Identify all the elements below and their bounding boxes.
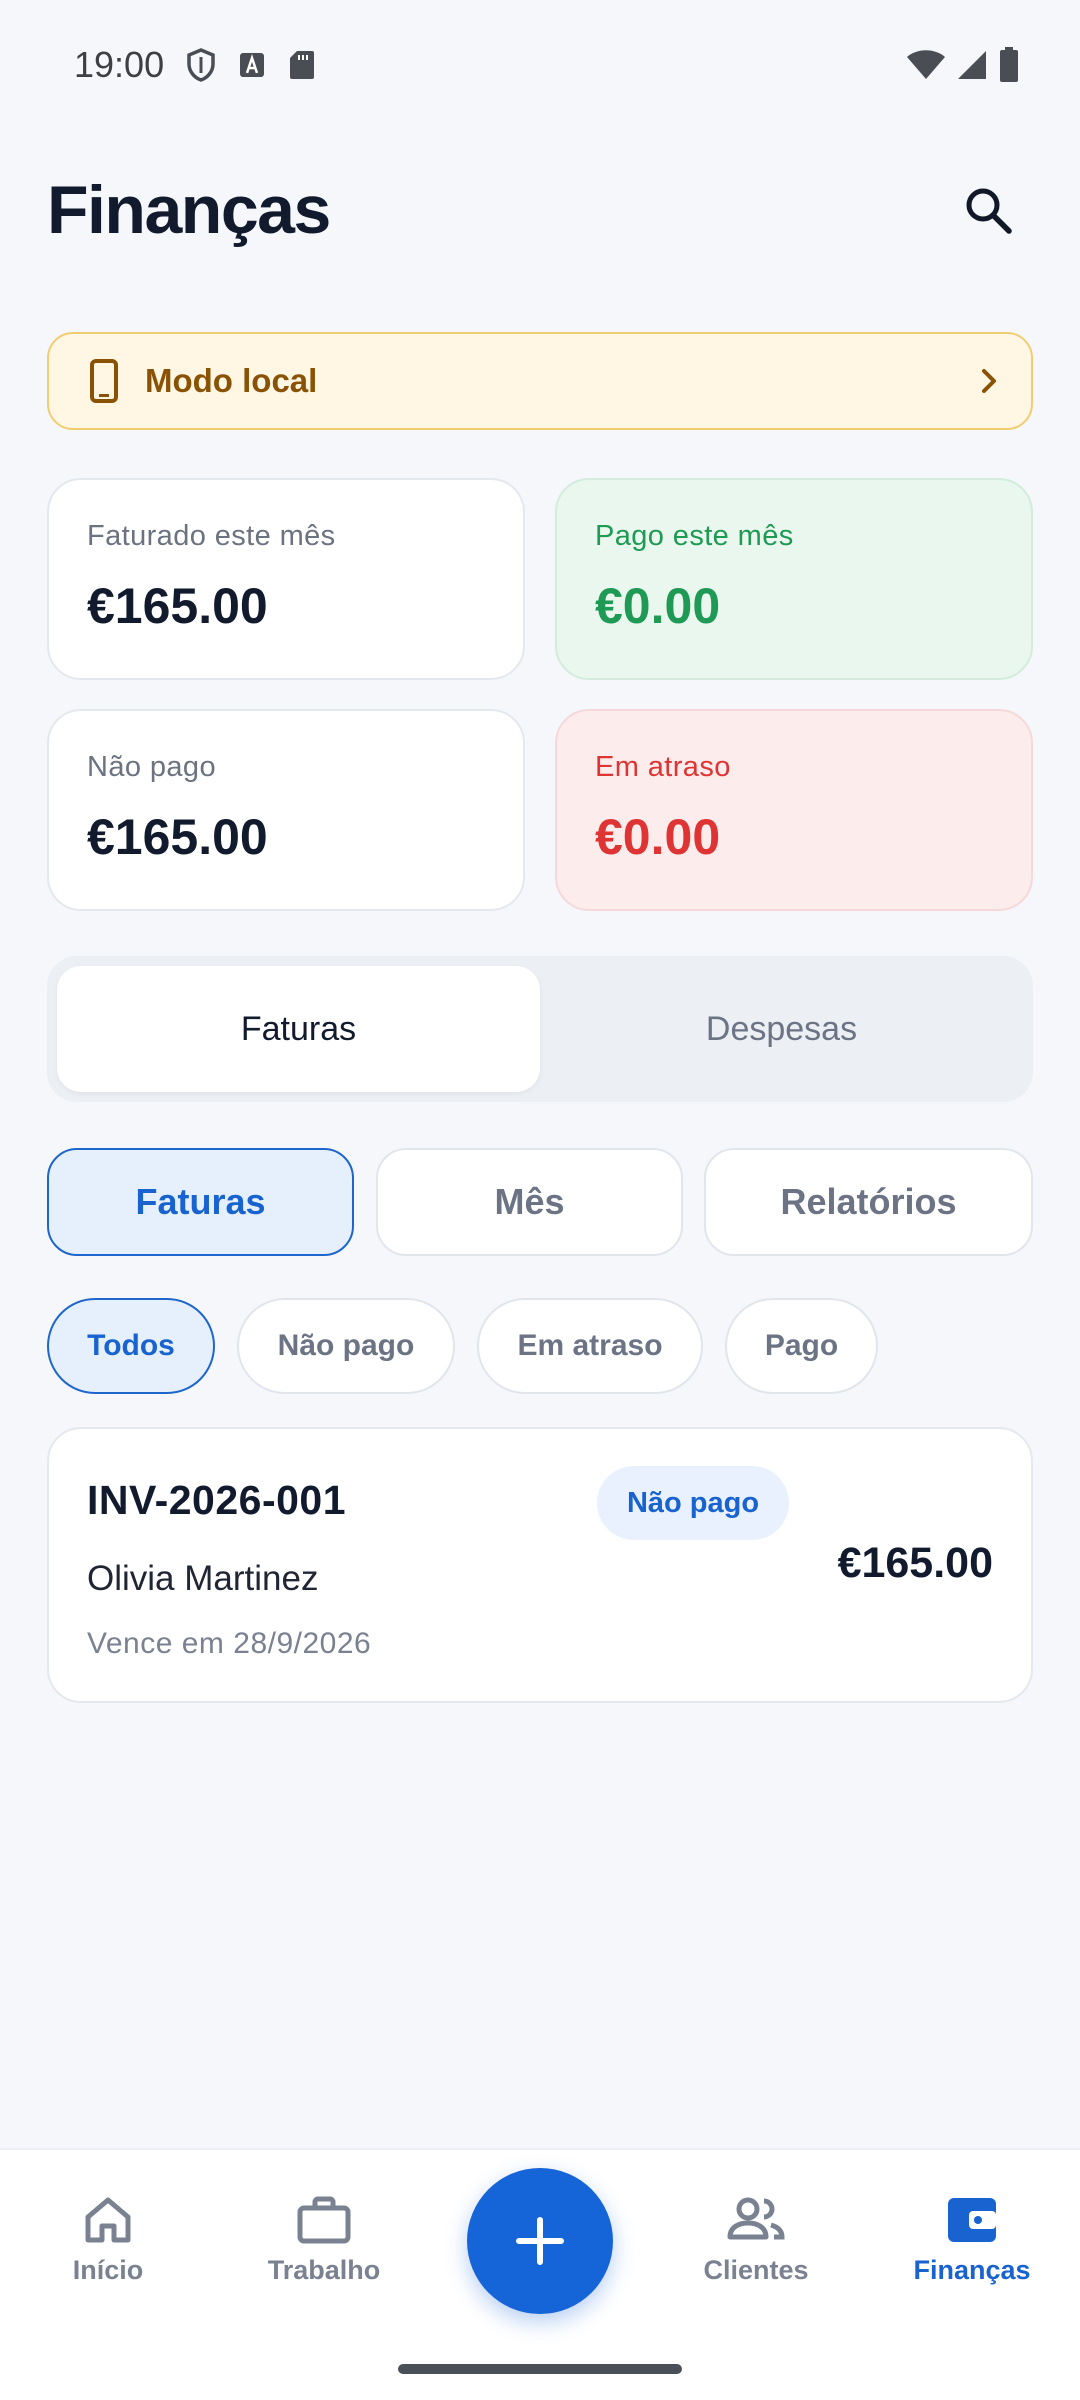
people-icon [727,2197,785,2239]
stat-value: €0.00 [595,809,721,865]
nav-item-clients[interactable]: Clientes [656,2150,856,2330]
header: Finanças [47,160,1033,260]
search-icon [966,188,1012,234]
filter-chip-all[interactable]: Todos [47,1298,215,1394]
stat-label: Em atraso [595,751,731,783]
home-indicator[interactable] [398,2364,682,2374]
signal-icon [956,49,988,81]
filter-chip-paid[interactable]: Pago [725,1298,878,1394]
stat-label: Não pago [87,751,216,783]
stat-label: Pago este mês [595,520,794,552]
tab-invoices[interactable]: Faturas [57,966,540,1092]
plus-icon [516,2217,564,2265]
tab-expenses[interactable]: Despesas [540,966,1023,1092]
stat-value: €0.00 [595,578,721,634]
wallet-icon [948,2197,996,2242]
page-title: Finanças [47,172,331,248]
shield-icon [186,48,216,82]
invoice-client: Olivia Martinez [87,1559,319,1598]
subtab-invoices[interactable]: Faturas [47,1148,354,1256]
sd-card-icon [288,49,316,81]
chevron-right-icon [982,369,996,393]
wifi-icon [906,49,946,81]
stat-label: Faturado este mês [87,520,336,552]
stat-card-unpaid: Não pago €165.00 [47,709,525,911]
stat-card-invoiced: Faturado este mês €165.00 [47,478,525,680]
nav-label: Finanças [913,2254,1031,2285]
stat-value: €165.00 [87,809,268,865]
banner-label: Modo local [145,362,318,399]
status-right [906,47,1020,83]
briefcase-icon [297,2196,351,2243]
invoice-card[interactable]: INV-2026-001 Não pago Olivia Martinez €1… [47,1427,1033,1703]
stat-card-overdue: Em atraso €0.00 [555,709,1033,911]
nav-label: Trabalho [267,2254,381,2285]
nav-item-finance[interactable]: Finanças [872,2150,1072,2330]
segmented-control: Faturas Despesas [47,956,1033,1102]
phone-icon [90,359,118,403]
status-left: 19:00 [74,44,316,86]
stat-card-paid: Pago este mês €0.00 [555,478,1033,680]
subtab-reports[interactable]: Relatórios [704,1148,1033,1256]
status-time: 19:00 [74,44,165,85]
stat-value: €165.00 [87,578,268,634]
nav-item-work[interactable]: Trabalho [224,2150,424,2330]
local-mode-banner[interactable]: Modo local [47,332,1033,430]
font-a-icon [238,51,266,79]
nav-label: Clientes [703,2254,809,2285]
bottom-nav: Início Trabalho Clientes Finanças [0,2148,1080,2400]
status-badge: Não pago [597,1466,789,1540]
status-bar: 19:00 [0,0,1080,130]
invoice-due-date: Vence em 28/9/2026 [87,1627,372,1660]
subtab-month[interactable]: Mês [376,1148,683,1256]
nav-item-home[interactable]: Início [8,2150,208,2330]
battery-icon [998,47,1020,83]
add-button[interactable] [467,2168,613,2314]
filter-chip-unpaid[interactable]: Não pago [237,1298,455,1394]
nav-label: Início [72,2254,144,2285]
invoice-number: INV-2026-001 [87,1477,347,1523]
home-icon [85,2197,131,2242]
filter-chip-overdue[interactable]: Em atraso [477,1298,703,1394]
invoice-amount: €165.00 [837,1539,993,1587]
search-button[interactable] [943,165,1033,255]
